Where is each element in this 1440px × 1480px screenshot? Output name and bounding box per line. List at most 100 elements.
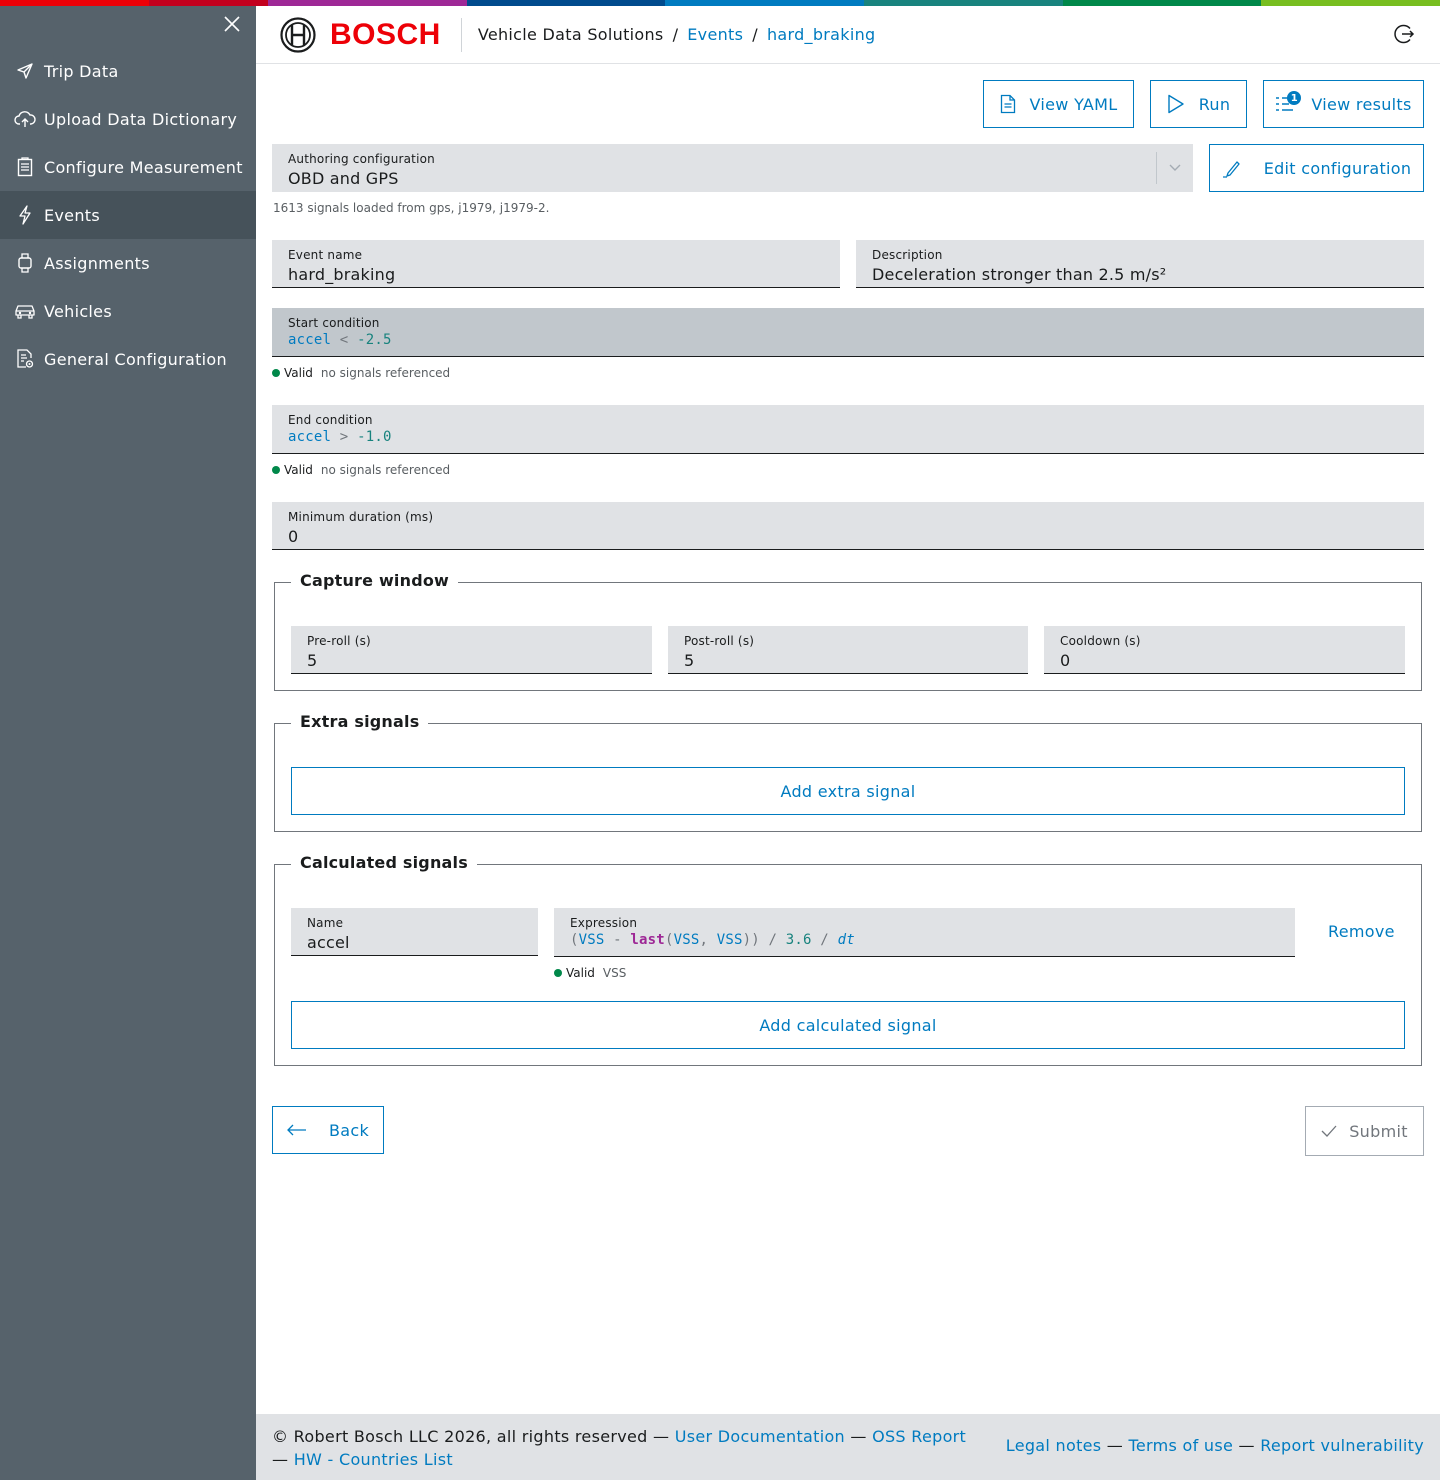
- sidebar-item-vehicles[interactable]: Vehicles: [0, 287, 256, 335]
- bosch-armature-icon: [280, 16, 316, 53]
- calculated-signal-expression-editor[interactable]: Expression (VSS - last(VSS, VSS)) / 3.6 …: [554, 908, 1295, 957]
- post-roll-field[interactable]: Post-roll (s) 5: [668, 626, 1028, 674]
- user-documentation-link[interactable]: User Documentation: [675, 1427, 845, 1446]
- start-condition-status: Valid no signals referenced: [272, 366, 450, 380]
- event-name-label: Event name: [288, 248, 363, 262]
- start-condition-label: Start condition: [288, 316, 380, 330]
- sidebar-nav: Trip Data Upload Data Dictionary Configu…: [0, 47, 256, 383]
- sidebar-item-configure-measurement[interactable]: Configure Measurement: [0, 143, 256, 191]
- header-divider: [460, 17, 462, 52]
- send-icon: [14, 60, 36, 82]
- brand-name: BOSCH: [330, 17, 441, 51]
- run-label: Run: [1198, 94, 1231, 114]
- footer-left: © Robert Bosch LLC 2026, all rights rese…: [272, 1427, 967, 1469]
- sidebar-item-trip-data[interactable]: Trip Data: [0, 47, 256, 95]
- sidebar-item-label: Trip Data: [44, 61, 119, 81]
- submit-button[interactable]: Submit: [1305, 1106, 1424, 1156]
- view-results-label: View results: [1311, 94, 1412, 114]
- authoring-configuration-value: OBD and GPS: [288, 169, 399, 188]
- back-label: Back: [328, 1120, 370, 1140]
- end-condition-editor[interactable]: End condition accel > -1.0: [272, 405, 1424, 454]
- minimum-duration-value: 0: [288, 527, 299, 546]
- back-button[interactable]: Back: [272, 1106, 384, 1154]
- minimum-duration-label: Minimum duration (ms): [288, 510, 434, 524]
- run-button[interactable]: Run: [1150, 80, 1247, 128]
- breadcrumb: Vehicle Data Solutions / Events / hard_b…: [477, 25, 876, 44]
- end-condition-label: End condition: [288, 413, 373, 427]
- lightning-icon: [14, 204, 36, 226]
- extra-signals-title: Extra signals: [291, 712, 429, 731]
- chevron-down-icon[interactable]: [1156, 152, 1193, 184]
- cloud-upload-icon: [14, 108, 36, 130]
- calculated-signal-name-field[interactable]: Name accel: [291, 908, 538, 956]
- hw-countries-list-link[interactable]: HW - Countries List: [294, 1450, 453, 1469]
- authoring-configuration-select[interactable]: Authoring configuration OBD and GPS: [272, 144, 1193, 192]
- edit-configuration-label: Edit configuration: [1263, 158, 1412, 178]
- authoring-configuration-label: Authoring configuration: [288, 152, 435, 166]
- end-condition-status: Valid no signals referenced: [272, 463, 450, 477]
- edit-configuration-button[interactable]: Edit configuration: [1209, 144, 1424, 192]
- capture-window-group: Capture window Pre-roll (s) 5 Post-roll …: [274, 571, 1422, 691]
- description-field[interactable]: Description Deceleration stronger than 2…: [856, 240, 1424, 288]
- calculated-signals-title: Calculated signals: [291, 853, 477, 872]
- valid-indicator: [554, 969, 562, 977]
- breadcrumb-current[interactable]: hard_braking: [767, 25, 876, 44]
- minimum-duration-field[interactable]: Minimum duration (ms) 0: [272, 502, 1424, 550]
- checkmark-icon: [1321, 1125, 1337, 1137]
- calculated-signals-group: Calculated signals Name accel Expression…: [274, 853, 1422, 1066]
- signals-loaded-hint: 1613 signals loaded from gps, j1979, j19…: [273, 201, 550, 215]
- submit-label: Submit: [1349, 1121, 1408, 1141]
- legal-notes-link[interactable]: Legal notes: [1006, 1436, 1102, 1455]
- calculated-signal-expression: (VSS - last(VSS, VSS)) / 3.6 / dt: [570, 932, 855, 948]
- breadcrumb-root: Vehicle Data Solutions: [477, 25, 664, 44]
- arrow-left-icon: [287, 1124, 307, 1136]
- clipboard-icon: [14, 156, 36, 178]
- description-label: Description: [872, 248, 943, 262]
- calculated-signal-status: Valid VSS: [554, 966, 626, 980]
- event-name-field[interactable]: Event name hard_braking: [272, 240, 840, 288]
- view-yaml-button[interactable]: View YAML: [983, 80, 1134, 128]
- add-calculated-signal-button[interactable]: Add calculated signal: [291, 1001, 1405, 1049]
- event-name-value: hard_braking: [288, 265, 396, 284]
- cooldown-field[interactable]: Cooldown (s) 0: [1044, 626, 1405, 674]
- document-settings-icon: [14, 348, 36, 370]
- sidebar-item-label: Configure Measurement: [44, 157, 243, 177]
- start-condition-editor[interactable]: Start condition accel < -2.5: [272, 308, 1424, 357]
- start-condition-expression: accel < -2.5: [288, 332, 392, 348]
- sidebar-item-general-configuration[interactable]: General Configuration: [0, 335, 256, 383]
- terms-of-use-link[interactable]: Terms of use: [1129, 1436, 1234, 1455]
- list-icon: 1: [1275, 91, 1302, 113]
- sidebar-item-label: Upload Data Dictionary: [44, 109, 238, 129]
- pre-roll-field[interactable]: Pre-roll (s) 5: [291, 626, 652, 674]
- sidebar-item-label: Assignments: [44, 253, 150, 273]
- play-icon: [1167, 94, 1185, 114]
- sidebar-item-label: General Configuration: [44, 349, 227, 369]
- end-condition-expression: accel > -1.0: [288, 429, 392, 445]
- bosch-logo[interactable]: BOSCH: [280, 16, 441, 53]
- valid-indicator: [272, 369, 280, 377]
- extra-signals-group: Extra signals Add extra signal: [274, 712, 1422, 832]
- watch-icon: [14, 252, 36, 274]
- report-vulnerability-link[interactable]: Report vulnerability: [1260, 1436, 1424, 1455]
- copyright-text: © Robert Bosch LLC 2026, all rights rese…: [272, 1427, 648, 1446]
- add-extra-signal-button[interactable]: Add extra signal: [291, 767, 1405, 815]
- view-results-button[interactable]: 1 View results: [1263, 80, 1424, 128]
- pencil-icon: [1222, 158, 1242, 178]
- capture-window-title: Capture window: [291, 571, 459, 590]
- logout-icon[interactable]: [1392, 22, 1416, 46]
- valid-indicator: [272, 466, 280, 474]
- header: BOSCH Vehicle Data Solutions / Events / …: [256, 6, 1440, 64]
- footer: © Robert Bosch LLC 2026, all rights rese…: [256, 1414, 1440, 1480]
- breadcrumb-events[interactable]: Events: [687, 25, 743, 44]
- oss-report-link[interactable]: OSS Report: [872, 1427, 966, 1446]
- sidebar-item-events[interactable]: Events: [0, 191, 256, 239]
- close-icon[interactable]: [222, 14, 242, 34]
- description-value: Deceleration stronger than 2.5 m/s²: [872, 265, 1167, 284]
- remove-calculated-signal-button[interactable]: Remove: [1328, 922, 1395, 941]
- car-icon: [14, 300, 36, 322]
- sidebar-item-assignments[interactable]: Assignments: [0, 239, 256, 287]
- sidebar: Trip Data Upload Data Dictionary Configu…: [0, 6, 256, 1480]
- sidebar-item-upload-data-dictionary[interactable]: Upload Data Dictionary: [0, 95, 256, 143]
- sidebar-item-label: Vehicles: [44, 301, 112, 321]
- sidebar-item-label: Events: [44, 205, 100, 225]
